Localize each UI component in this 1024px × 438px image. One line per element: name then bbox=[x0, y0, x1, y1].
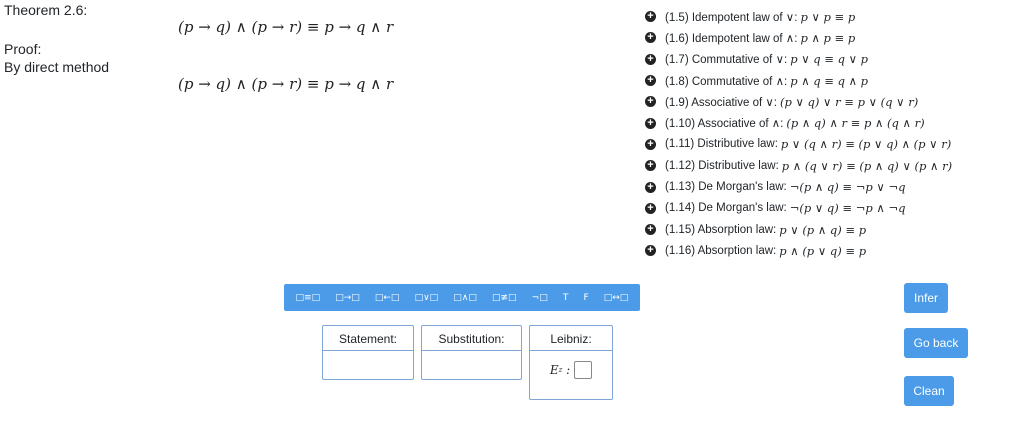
law-expr: p ∨ (p ∧ q) ≡ p bbox=[779, 222, 867, 237]
law-item[interactable]: + (1.11) Distributive law: p ∨ (q ∧ r) ≡ (… bbox=[645, 134, 952, 155]
leibniz-panel[interactable]: Leibniz: Ez : bbox=[529, 325, 613, 400]
plus-circle-icon[interactable]: + bbox=[645, 11, 656, 23]
leibniz-label: Leibniz: bbox=[550, 332, 592, 346]
law-item[interactable]: + (1.6) Idempotent law of ∧: p ∧ p ≡ p bbox=[645, 27, 952, 48]
law-expr: ¬(p ∨ q) ≡ ¬p ∧ ¬q bbox=[789, 201, 906, 216]
iff-symbol-button[interactable]: □↔□ bbox=[604, 293, 629, 303]
plus-circle-icon[interactable]: + bbox=[645, 138, 656, 150]
clean-button[interactable]: Clean bbox=[904, 376, 954, 406]
law-name: (1.12) Distributive law: bbox=[665, 159, 779, 172]
plus-circle-icon[interactable]: + bbox=[645, 245, 656, 257]
plus-circle-icon[interactable]: + bbox=[645, 117, 656, 129]
plus-circle-icon[interactable]: + bbox=[645, 32, 656, 44]
law-expr: ¬(p ∧ q) ≡ ¬p ∨ ¬q bbox=[789, 180, 906, 195]
law-item[interactable]: + (1.9) Associative of ∨: (p ∨ q) ∨ r ≡ p … bbox=[645, 91, 952, 112]
not-equiv-symbol-button[interactable]: □≢□ bbox=[492, 293, 517, 303]
law-item[interactable]: + (1.5) Idempotent law of ∨: p ∨ p ≡ p bbox=[645, 6, 952, 27]
law-name: (1.5) Idempotent law of ∨: bbox=[665, 11, 798, 24]
true-symbol-button[interactable]: T bbox=[563, 293, 569, 303]
plus-circle-icon[interactable]: + bbox=[645, 75, 656, 87]
follows-symbol-button[interactable]: □←□ bbox=[375, 293, 400, 303]
law-expr: p ∧ (q ∨ r) ≡ (p ∧ q) ∨ (p ∧ r) bbox=[781, 158, 953, 173]
law-expr: p ∧ (p ∨ q) ≡ p bbox=[779, 243, 867, 258]
false-symbol-button[interactable]: F bbox=[583, 293, 588, 303]
symbol-toolbar: □≡□ □→□ □←□ □∨□ □∧□ □≢□ ¬□ T F □↔□ bbox=[284, 284, 640, 311]
proof-method: By direct method bbox=[4, 59, 110, 75]
law-item[interactable]: + (1.10) Associative of ∧: (p ∧ q) ∧ r ≡ p… bbox=[645, 112, 952, 133]
proof-label: Proof: bbox=[4, 41, 42, 57]
law-name: (1.14) De Morgan's law: bbox=[665, 202, 787, 215]
law-name: (1.9) Associative of ∨: bbox=[665, 96, 777, 109]
or-symbol-button[interactable]: □∨□ bbox=[415, 293, 439, 303]
law-expr: (p ∧ q) ∧ r ≡ p ∧ (q ∧ r) bbox=[786, 116, 925, 131]
statement-label: Statement: bbox=[338, 332, 398, 346]
law-list: + (1.5) Idempotent law of ∨: p ∨ p ≡ p + (1… bbox=[645, 6, 952, 262]
law-name: (1.16) Absorption law: bbox=[665, 244, 777, 257]
law-expr: p ∧ q ≡ q ∧ p bbox=[790, 73, 869, 88]
implies-symbol-button[interactable]: □→□ bbox=[335, 293, 360, 303]
infer-button[interactable]: Infer bbox=[904, 283, 948, 313]
leibniz-input[interactable] bbox=[574, 361, 593, 379]
law-name: (1.6) Idempotent law of ∧: bbox=[665, 32, 798, 45]
leibniz-row: Ez : bbox=[530, 361, 612, 379]
law-item[interactable]: + (1.16) Absorption law: p ∧ (p ∨ q) ≡ p bbox=[645, 240, 952, 261]
substitution-field[interactable] bbox=[422, 350, 521, 351]
go-back-button[interactable]: Go back bbox=[904, 328, 968, 358]
equiv-symbol-button[interactable]: □≡□ bbox=[296, 293, 321, 303]
theorem-formula: (p → q) ∧ (p → r) ≡ p → q ∧ r bbox=[178, 18, 394, 36]
law-item[interactable]: + (1.14) De Morgan's law: ¬(p ∨ q) ≡ ¬p ∧ … bbox=[645, 198, 952, 219]
plus-circle-icon[interactable]: + bbox=[645, 96, 656, 108]
not-symbol-button[interactable]: ¬□ bbox=[532, 293, 548, 303]
law-name: (1.11) Distributive law: bbox=[665, 138, 778, 151]
theorem-title: Theorem 2.6: bbox=[4, 2, 88, 18]
law-name: (1.8) Commutative of ∧: bbox=[665, 75, 788, 88]
law-item[interactable]: + (1.12) Distributive law: p ∧ (q ∨ r) ≡ (… bbox=[645, 155, 952, 176]
leibniz-divider bbox=[530, 350, 612, 351]
law-expr: (p ∨ q) ∨ r ≡ p ∨ (q ∨ r) bbox=[779, 94, 919, 109]
statement-panel[interactable]: Statement: bbox=[322, 325, 414, 380]
proof-block: Proof: By direct method bbox=[4, 40, 109, 76]
substitution-panel[interactable]: Substitution: bbox=[421, 325, 522, 380]
law-name: (1.13) De Morgan's law: bbox=[665, 181, 787, 194]
plus-circle-icon[interactable]: + bbox=[645, 202, 656, 214]
law-item[interactable]: + (1.7) Commutative of ∨: p ∨ q ≡ q ∨ p bbox=[645, 49, 952, 70]
leibniz-expr-label: E bbox=[549, 363, 559, 377]
plus-circle-icon[interactable]: + bbox=[645, 53, 656, 65]
law-item[interactable]: + (1.15) Absorption law: p ∨ (p ∧ q) ≡ p bbox=[645, 219, 952, 240]
law-name: (1.7) Commutative of ∨: bbox=[665, 54, 788, 67]
law-name: (1.10) Associative of ∧: bbox=[665, 118, 784, 131]
statement-field[interactable] bbox=[323, 350, 413, 351]
law-expr: p ∧ p ≡ p bbox=[800, 30, 856, 45]
law-expr: p ∨ q ≡ q ∨ p bbox=[790, 52, 869, 67]
law-item[interactable]: + (1.8) Commutative of ∧: p ∧ q ≡ q ∧ p bbox=[645, 70, 952, 91]
plus-circle-icon[interactable]: + bbox=[645, 160, 656, 172]
and-symbol-button[interactable]: □∧□ bbox=[453, 293, 477, 303]
plus-circle-icon[interactable]: + bbox=[645, 224, 656, 236]
law-item[interactable]: + (1.13) De Morgan's law: ¬(p ∧ q) ≡ ¬p ∨ … bbox=[645, 176, 952, 197]
law-expr: p ∨ p ≡ p bbox=[800, 9, 856, 24]
proof-formula[interactable]: (p → q) ∧ (p → r) ≡ p → q ∧ r bbox=[178, 75, 393, 93]
law-expr: p ∨ (q ∧ r) ≡ (p ∨ q) ∧ (p ∨ r) bbox=[780, 137, 952, 152]
plus-circle-icon[interactable]: + bbox=[645, 181, 656, 193]
law-name: (1.15) Absorption law: bbox=[665, 223, 777, 236]
substitution-label: Substitution: bbox=[438, 332, 505, 346]
